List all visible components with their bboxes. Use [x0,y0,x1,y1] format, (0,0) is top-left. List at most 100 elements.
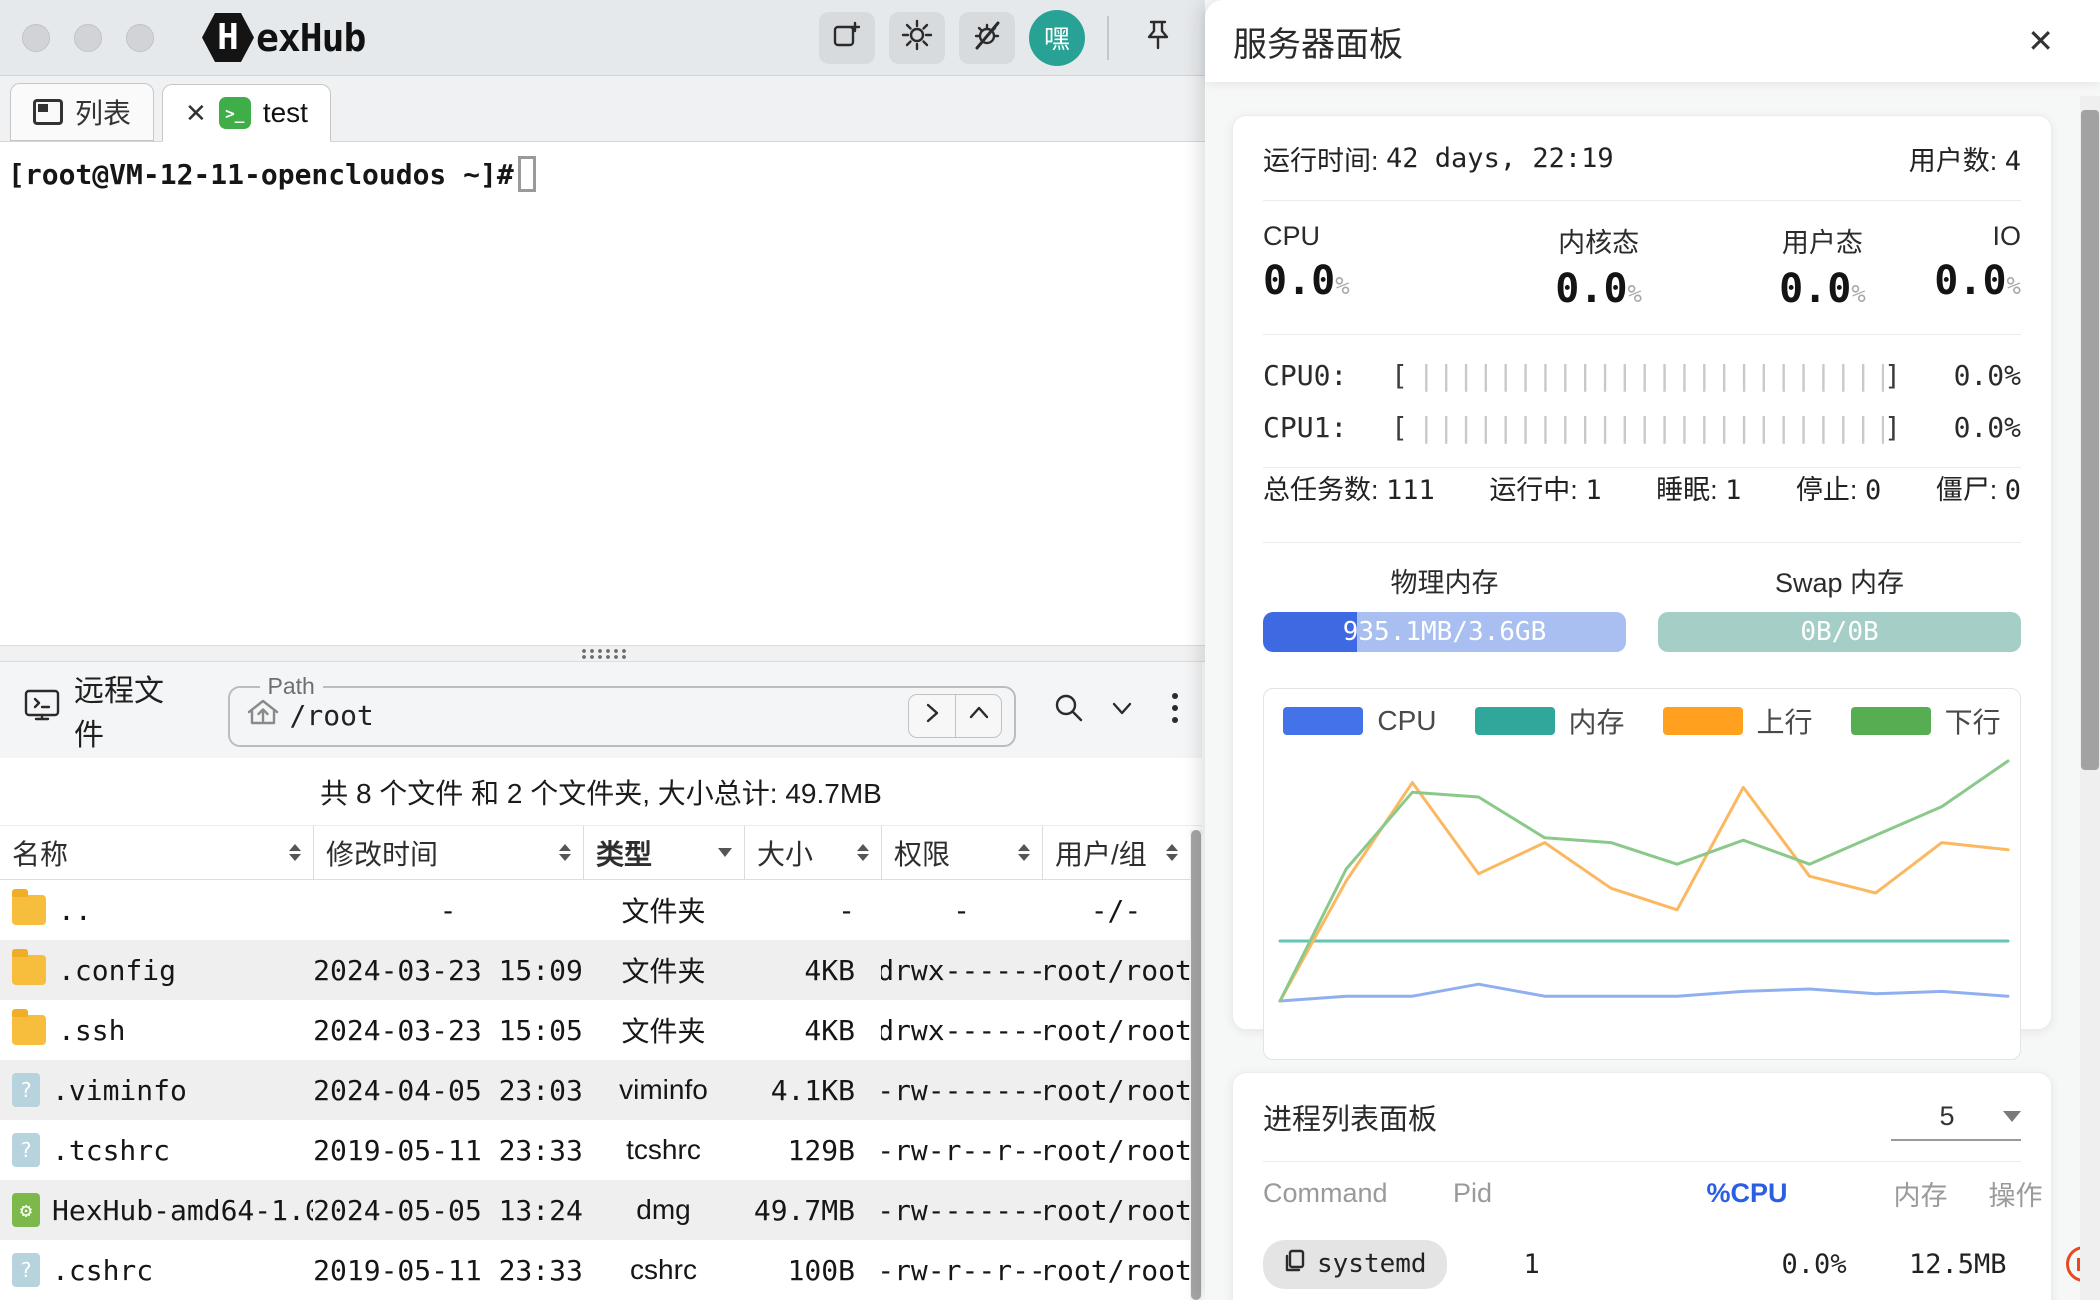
table-row[interactable]: .ssh 2024-03-23 15:05 文件夹 4KB drwx------… [0,1000,1190,1060]
chevron-down-icon [1108,696,1136,725]
close-drawer-button[interactable]: ✕ [2027,22,2054,60]
pane-splitter[interactable] [0,645,1205,662]
stat-kernel: 内核态 0.0% [1487,221,1711,312]
column-header-type[interactable]: 类型 [583,826,744,879]
window-close-button[interactable] [22,24,50,52]
terminal-pane[interactable]: [root@VM-12-11-opencloudos ~]# [0,142,1205,645]
theme-toggle-icon [969,17,1005,58]
file-menu-button[interactable] [1149,683,1202,737]
titlebar: H exHub 嘿 [0,0,1205,76]
table-row[interactable]: ?.viminfo 2024-04-05 23:03 viminfo 4.1KB… [0,1060,1190,1120]
legend-upload: 上行 [1663,701,1813,741]
process-row: systemd 1 0.0% 12.5MB [1263,1225,2021,1300]
task-running: 运行中: 1 [1489,468,1601,542]
col-actions: 操作 [1948,1174,2043,1213]
tab-terminal-test[interactable]: ✕ >_ test [162,84,331,142]
chevron-up-icon [967,702,991,729]
new-session-icon [830,18,864,57]
pin-panel-button[interactable] [1131,11,1185,65]
swap-memory-label: Swap 内存 [1658,561,2021,600]
column-size-label: 大小 [757,833,813,873]
column-owner-label: 用户/组 [1055,833,1147,873]
terminal-prompt: [root@VM-12-11-opencloudos ~]# [8,158,514,191]
sort-arrows-icon[interactable] [1018,844,1030,861]
path-up-button[interactable] [955,695,1001,737]
performance-line-chart [1274,755,2014,1047]
new-session-button[interactable] [819,12,875,64]
user-avatar[interactable]: 嘿 [1029,10,1085,66]
table-row[interactable]: ⚙HexHub-amd64-1.0… 2024-05-05 13:24 dmg … [0,1180,1190,1240]
sort-arrows-icon[interactable] [857,844,869,861]
table-row[interactable]: ?.tcshrc 2019-05-11 23:33 tcshrc 129B -r… [0,1120,1190,1180]
window-minimize-button[interactable] [74,24,102,52]
table-row[interactable]: .. - 文件夹 - - -/- [0,880,1190,940]
physical-memory-bar: 935.1MB/3.6GB [1263,612,1626,652]
download-swatch [1851,707,1931,735]
file-count-summary: 共 8 个文件 和 2 个文件夹, 大小总计: 49.7MB [0,758,1202,826]
remote-files-section: 远程文件 [22,666,192,754]
process-command-pill[interactable]: systemd [1263,1240,1447,1289]
table-row[interactable]: .config 2024-03-23 15:09 文件夹 4KB drwx---… [0,940,1190,1000]
tab-file-list-label: 列表 [75,92,131,132]
task-counts-row: 总任务数: 111 运行中: 1 睡眠: 1 停止: 0 僵尸: 0 [1263,468,2021,542]
file-table-scrollbar[interactable] [1190,830,1202,1300]
terminal-cursor [518,156,536,192]
users-value: 4 [2005,146,2021,177]
remote-monitor-icon [22,687,62,733]
window-controls [22,24,154,52]
chart-legend: CPU 内存 上行 下行 [1264,689,2020,753]
tab-file-list[interactable]: 列表 [10,83,154,141]
settings-button[interactable] [889,12,945,64]
app-title: exHub [256,16,365,60]
sort-arrows-icon[interactable] [1166,844,1178,861]
column-header-perm[interactable]: 权限 [881,826,1042,879]
col-mem[interactable]: 内存 [1788,1174,1948,1213]
path-field[interactable]: Path /root [228,673,1017,747]
column-mtime-label: 修改时间 [326,833,438,873]
page-size-value: 5 [1891,1101,2003,1132]
path-input[interactable]: /root [290,699,374,732]
titlebar-divider [1107,16,1109,60]
cpu0-meter: CPU0: [ |||||||||||||||||||||||||||||| ]… [1263,349,2021,401]
upload-swatch [1663,707,1743,735]
window-zoom-button[interactable] [126,24,154,52]
sort-arrows-icon[interactable] [559,844,571,861]
hexhub-window: H exHub 嘿 [0,0,2100,1300]
home-up-icon[interactable] [246,697,280,734]
memory-section: 物理内存 Swap 内存 935.1MB/3.6GB 0B/0B [1263,543,2021,674]
scrollbar-thumb[interactable] [1191,830,1201,1300]
type-filter-chevron-icon[interactable] [718,848,732,857]
folder-icon [12,895,46,925]
tab-close-icon[interactable]: ✕ [185,98,207,129]
process-table-header: Command Pid %CPU 内存 操作 [1263,1161,2021,1225]
cpu-swatch [1283,707,1363,735]
theme-toggle-button[interactable] [959,12,1015,64]
tab-bar: 列表 ✕ >_ test [0,76,1205,142]
sort-arrows-icon[interactable] [289,844,301,861]
col-cpu[interactable]: %CPU [1558,1178,1788,1209]
legend-download: 下行 [1851,701,2001,741]
column-header-name[interactable]: 名称 [0,826,313,879]
uptime-value: 42 days, 22:19 [1386,143,1614,174]
scrollbar-thumb[interactable] [2081,110,2099,770]
file-search-button[interactable] [1042,683,1095,737]
drawer-scrollbar[interactable] [2080,96,2100,1300]
task-sleeping: 睡眠: 1 [1656,468,1741,542]
terminal-prompt-line: [root@VM-12-11-opencloudos ~]# [0,142,1205,206]
chevron-right-icon [921,701,943,730]
column-header-size[interactable]: 大小 [744,826,881,879]
file-table-header: 名称 修改时间 类型 大小 权限 用户/组 [0,826,1190,880]
copy-icon [1283,1248,1307,1281]
cpu1-meter: CPU1: [ |||||||||||||||||||||||||||||| ]… [1263,401,2021,453]
table-row[interactable]: ?.cshrc 2019-05-11 23:33 cshrc 100B -rw-… [0,1240,1190,1300]
process-list-card: 进程列表面板 5 Command Pid %CPU 内存 操作 [1232,1072,2052,1300]
splitter-grip-icon [580,648,626,660]
col-command[interactable]: Command [1263,1178,1388,1209]
file-more-dropdown-button[interactable] [1096,683,1149,737]
column-header-owner[interactable]: 用户/组 [1042,826,1190,879]
path-go-button[interactable] [909,695,955,737]
column-header-mtime[interactable]: 修改时间 [313,826,583,879]
col-pid[interactable]: Pid [1388,1178,1558,1209]
page-size-select[interactable]: 5 [1891,1093,2021,1141]
swap-memory-bar: 0B/0B [1658,612,2021,652]
